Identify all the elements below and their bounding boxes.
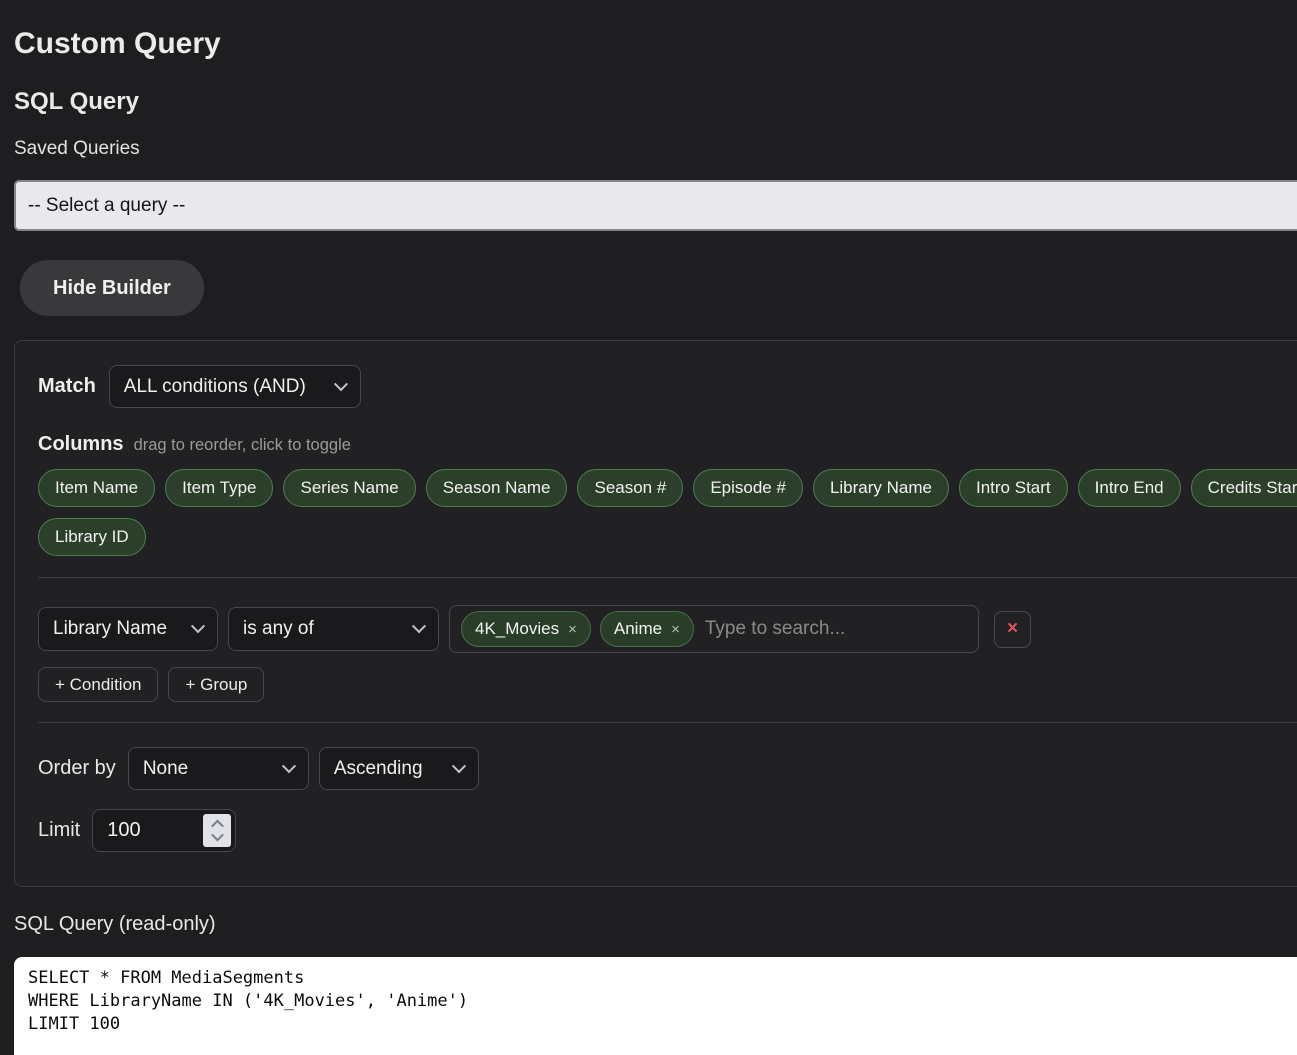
page-title: Custom Query xyxy=(14,27,221,60)
sql-readonly-label: SQL Query (read-only) xyxy=(14,913,216,935)
column-pill-episode-number[interactable]: Episode # xyxy=(693,469,803,507)
builder-actions: + Condition + Group xyxy=(38,667,1297,702)
column-pill-series-name[interactable]: Series Name xyxy=(283,469,416,507)
limit-label: Limit xyxy=(38,819,81,841)
column-pill-season-number[interactable]: Season # xyxy=(577,469,684,507)
add-condition-button[interactable]: + Condition xyxy=(38,667,159,702)
order-by-label: Order by xyxy=(38,757,116,779)
value-tag-label: Anime xyxy=(613,619,663,638)
match-select-value: ALL conditions (AND) xyxy=(123,375,306,397)
columns-header: Columns drag to reorder, click to toggle xyxy=(38,433,1297,456)
chevron-down-icon xyxy=(451,758,466,773)
chevron-down-icon xyxy=(333,376,348,391)
order-by-value: None xyxy=(142,757,189,779)
sort-direction-select[interactable]: Ascending xyxy=(318,747,479,790)
columns-hint: drag to reorder, click to toggle xyxy=(133,436,351,454)
divider xyxy=(38,722,1297,723)
condition-field-select[interactable]: Library Name xyxy=(38,607,218,651)
columns-label: Columns xyxy=(38,433,124,455)
column-pill-row-1: Item Name Item Type Series Name Season N… xyxy=(38,469,1297,507)
chevron-down-icon xyxy=(190,619,206,634)
match-label: Match xyxy=(38,375,96,397)
remove-condition-button[interactable]: × xyxy=(994,610,1031,648)
value-tag-4k-movies: 4K_Movies × xyxy=(461,611,591,647)
match-select[interactable]: ALL conditions (AND) xyxy=(108,365,361,408)
limit-row: Limit xyxy=(38,809,1297,852)
limit-stepper[interactable] xyxy=(203,814,232,847)
condition-row: Library Name is any of 4K_Movies × Anime… xyxy=(38,605,1297,653)
match-row: Match ALL conditions (AND) xyxy=(38,365,1297,408)
close-icon: × xyxy=(1006,618,1019,639)
sql-query-textarea[interactable]: SELECT * FROM MediaSegments WHERE Librar… xyxy=(14,957,1297,1055)
column-pill-credits-start[interactable]: Credits Start xyxy=(1190,469,1297,507)
condition-operator-select[interactable]: is any of xyxy=(228,607,439,651)
sql-query-heading: SQL Query xyxy=(14,88,139,115)
column-pill-season-name[interactable]: Season Name xyxy=(425,469,568,507)
divider xyxy=(38,577,1297,578)
column-pill-row-2: Library ID xyxy=(38,518,1297,556)
chevron-down-icon xyxy=(411,619,427,634)
column-pill-intro-end[interactable]: Intro End xyxy=(1077,469,1181,507)
column-pill-intro-start[interactable]: Intro Start xyxy=(959,469,1068,507)
hide-builder-button[interactable]: Hide Builder xyxy=(20,260,204,316)
column-pill-library-name[interactable]: Library Name xyxy=(812,469,949,507)
tag-remove-icon[interactable]: × xyxy=(671,621,680,638)
query-builder-panel: Match ALL conditions (AND) Columns drag … xyxy=(14,340,1297,887)
saved-queries-select[interactable]: -- Select a query -- xyxy=(14,180,1297,231)
order-by-row: Order by None Ascending xyxy=(38,747,1297,790)
limit-input-wrap xyxy=(92,809,237,852)
condition-field-value: Library Name xyxy=(53,618,168,639)
condition-operator-value: is any of xyxy=(243,618,314,639)
value-tag-anime: Anime × xyxy=(599,611,694,647)
add-group-button[interactable]: + Group xyxy=(168,667,265,702)
sort-direction-value: Ascending xyxy=(333,757,423,779)
chevron-down-icon xyxy=(281,758,296,773)
saved-queries-select-value: -- Select a query -- xyxy=(28,194,186,216)
condition-values-box[interactable]: 4K_Movies × Anime × xyxy=(449,605,979,653)
tag-remove-icon[interactable]: × xyxy=(568,621,577,638)
saved-queries-label: Saved Queries xyxy=(14,138,140,159)
column-pill-library-id[interactable]: Library ID xyxy=(38,518,146,556)
value-tag-label: 4K_Movies xyxy=(475,619,560,638)
column-pill-item-type[interactable]: Item Type xyxy=(165,469,274,507)
order-by-select[interactable]: None xyxy=(127,747,309,790)
value-search-input[interactable] xyxy=(702,617,967,641)
stepper-down-icon[interactable] xyxy=(210,828,224,842)
column-pill-item-name[interactable]: Item Name xyxy=(38,469,156,507)
